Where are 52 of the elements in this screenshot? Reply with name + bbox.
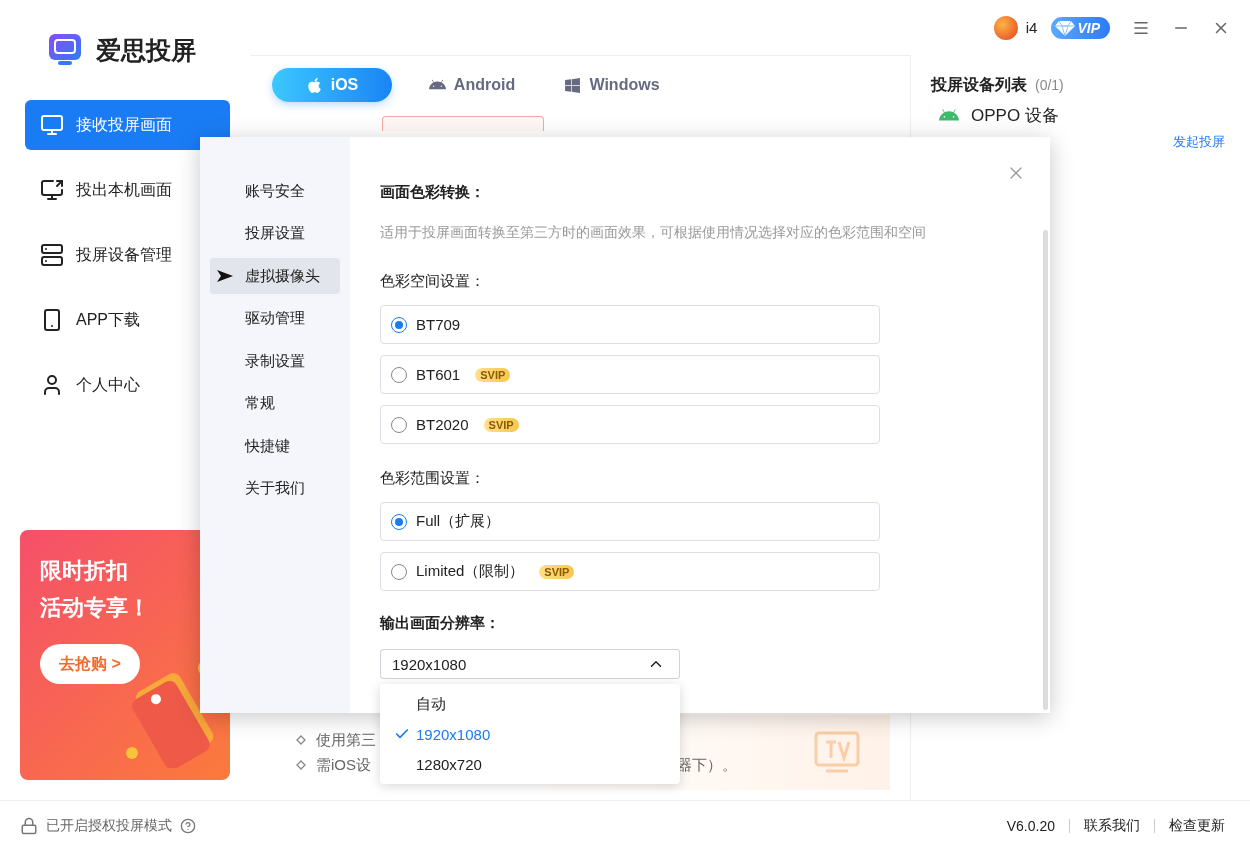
scrollbar[interactable] — [1043, 230, 1048, 710]
tip-text: 需iOS设 — [316, 755, 371, 775]
sidebar-icon — [40, 243, 64, 267]
svip-badge: SVIP — [483, 417, 519, 432]
user-name: i4 — [1025, 19, 1038, 36]
settings-nav-item[interactable]: 快捷键 — [210, 428, 340, 464]
group-label: 色彩空间设置： — [380, 272, 486, 291]
sidebar-item[interactable]: 接收投屏画面 — [25, 100, 230, 150]
sidebar-icon — [40, 178, 64, 202]
promo-text: 活动专享！ — [40, 594, 151, 622]
radio-option[interactable]: BT709 — [380, 305, 880, 344]
device-name: OPPO 设备 — [971, 105, 1059, 127]
svip-badge: SVIP — [475, 367, 511, 382]
dropdown-item[interactable]: 1280x720 — [380, 749, 680, 779]
diamond-icon — [1055, 19, 1076, 36]
pointer-icon — [217, 270, 233, 282]
device-count: (0/1) — [1035, 77, 1064, 93]
promo-text: 限时折扣 — [40, 557, 129, 585]
radio-option[interactable]: BT2020 SVIP — [380, 405, 880, 444]
section-heading: 输出画面分辨率： — [380, 614, 501, 633]
lock-icon — [20, 816, 38, 835]
section-heading: 画面色彩转换： — [380, 183, 486, 202]
dropdown-item[interactable]: 自动 — [380, 689, 680, 719]
diamond-icon — [296, 760, 306, 770]
platform-tab[interactable]: Android — [412, 68, 532, 102]
status-text: 已开启授权投屏模式 — [46, 816, 172, 835]
section-description: 适用于投屏画面转换至第三方时的画面效果，可根据使用情况选择对应的色彩范围和空间 — [380, 224, 927, 242]
resolution-select[interactable]: 1920x1080 — [380, 649, 680, 679]
help-icon[interactable] — [180, 817, 196, 834]
radio-option[interactable]: Limited（限制） SVIP — [380, 552, 880, 591]
svip-badge: SVIP — [539, 564, 575, 579]
platform-tab[interactable]: Windows — [552, 68, 672, 102]
sidebar-icon — [40, 113, 64, 137]
app-title: 爱思投屏 — [96, 34, 196, 66]
platform-icon — [564, 76, 582, 94]
settings-nav-item[interactable]: 虚拟摄像头 — [210, 258, 340, 294]
diamond-icon — [296, 735, 306, 745]
footer-link[interactable]: 检查更新 — [1169, 816, 1225, 835]
version-text: V6.0.20 — [1006, 817, 1055, 834]
radio-option[interactable]: BT601 SVIP — [380, 355, 880, 394]
tip-text: 使用第三 — [316, 730, 376, 750]
group-label: 色彩范围设置： — [380, 469, 486, 488]
radio-option[interactable]: Full（扩展） — [380, 502, 880, 541]
tv-icon — [814, 729, 860, 775]
platform-icon — [305, 76, 323, 94]
panel-title: 投屏设备列表 — [931, 75, 1027, 95]
settings-nav-item[interactable]: 关于我们 — [210, 470, 340, 507]
footer-link[interactable]: 联系我们 — [1084, 816, 1140, 835]
user-avatar[interactable] — [993, 15, 1018, 40]
logo-icon — [48, 34, 82, 66]
dropdown-item[interactable]: 1920x1080 — [380, 719, 680, 749]
start-cast-link[interactable]: 发起投屏 — [1173, 133, 1225, 151]
